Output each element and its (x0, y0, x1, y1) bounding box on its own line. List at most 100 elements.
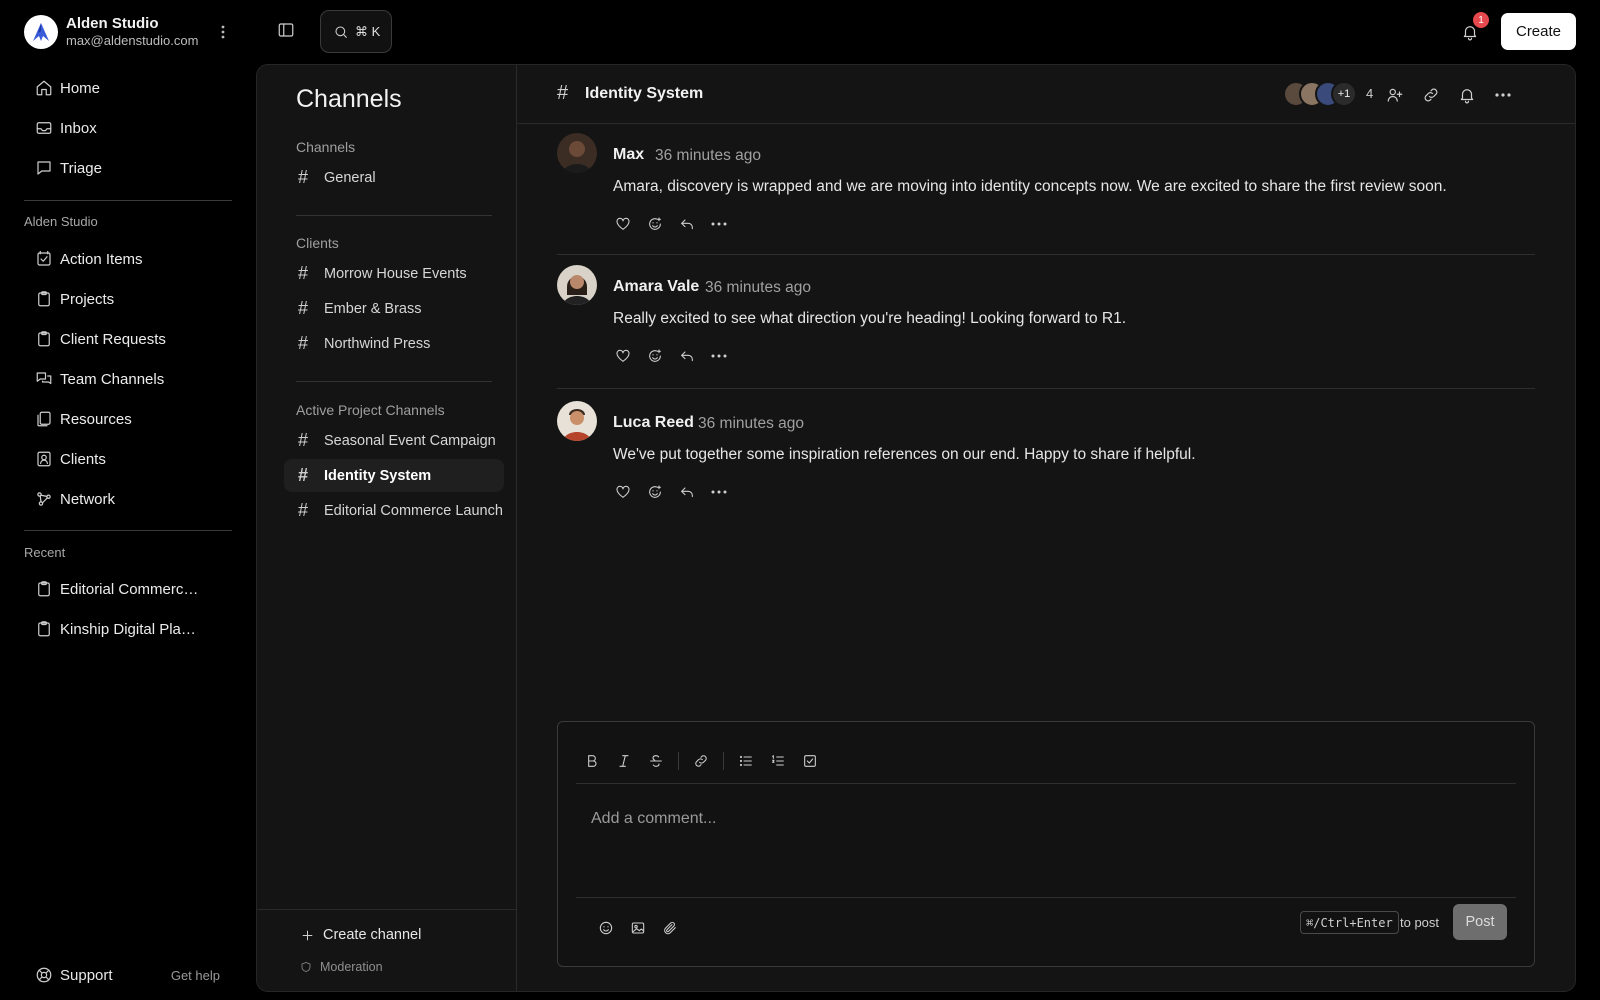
shortcut-suffix: to post (1400, 915, 1440, 930)
nav-item-network[interactable]: Network (24, 482, 232, 516)
channel-item-label: General (324, 169, 376, 186)
message-timestamp: 36 minutes ago (698, 415, 804, 432)
create-channel-button[interactable]: Create channel (300, 927, 421, 943)
recent-item-label: Kinship Digital Platform (60, 620, 200, 638)
documents-icon (37, 411, 51, 427)
copy-link-button[interactable] (1418, 82, 1444, 108)
channel-item-editorial-commerce-launch[interactable]: # Editorial Commerce Launch (284, 494, 504, 527)
workspace-name: Alden Studio (66, 15, 159, 32)
like-button[interactable] (615, 345, 647, 367)
channel-item-label: Editorial Commerce Launch (324, 502, 503, 519)
post-button[interactable]: Post (1453, 904, 1507, 940)
channel-notifications-button[interactable] (1454, 82, 1480, 108)
recent-item[interactable]: Editorial Commerce Launch (24, 572, 232, 606)
hash-icon: # (298, 263, 309, 283)
message-author[interactable]: Amara Vale (613, 278, 699, 296)
image-button[interactable] (622, 914, 654, 942)
hash-icon: # (298, 298, 309, 318)
add-reaction-button[interactable] (647, 481, 679, 503)
italic-button[interactable] (608, 747, 640, 775)
nav-item-home[interactable]: Home (24, 71, 232, 105)
search-button[interactable]: ⌘ K (320, 10, 392, 53)
message-actions (615, 213, 743, 235)
attachment-toolbar (590, 914, 686, 942)
link-icon (1424, 88, 1438, 102)
reply-button[interactable] (679, 213, 711, 235)
message-author[interactable]: Max (613, 146, 644, 164)
get-help-link[interactable]: Get help (171, 968, 220, 983)
heart-icon (616, 349, 630, 362)
nav-item-inbox[interactable]: Inbox (24, 111, 232, 145)
nav-item-projects[interactable]: Projects (24, 282, 232, 316)
add-member-button[interactable] (1382, 82, 1408, 108)
add-reaction-button[interactable] (647, 345, 679, 367)
divider (557, 254, 1535, 255)
hash-icon: # (557, 82, 569, 104)
lifebuoy-icon (36, 967, 52, 983)
message-more-button[interactable] (711, 481, 743, 503)
reply-button[interactable] (679, 345, 711, 367)
support-link[interactable]: Support Get help (24, 960, 232, 990)
divider (557, 388, 1535, 389)
recent-item[interactable]: Kinship Digital Platform (24, 612, 232, 646)
more-horizontal-icon (711, 490, 727, 494)
strikethrough-button[interactable] (640, 747, 672, 775)
nav-item-team-channels[interactable]: Team Channels (24, 362, 232, 396)
hash-icon: # (298, 500, 309, 520)
clipboard-icon (38, 621, 50, 637)
workspace-switcher[interactable]: Alden Studio max@aldenstudio.com (24, 12, 232, 52)
channel-item-label: Northwind Press (324, 335, 431, 352)
channel-item-northwind-press[interactable]: # Northwind Press (284, 327, 504, 360)
moderation-link[interactable]: Moderation (300, 960, 383, 974)
comment-input[interactable] (591, 804, 1491, 834)
chat-bubbles-icon (36, 372, 52, 385)
avatar (557, 265, 597, 305)
message-text: Really excited to see what direction you… (613, 310, 1127, 327)
add-reaction-button[interactable] (647, 213, 679, 235)
nav-item-label: Home (60, 79, 101, 97)
message-more-button[interactable] (711, 213, 743, 235)
nav-item-resources[interactable]: Resources (24, 402, 232, 436)
nav-item-clients[interactable]: Clients (24, 442, 232, 476)
member-avatars[interactable]: +1 (1283, 81, 1357, 107)
insert-link-button[interactable] (685, 747, 717, 775)
sidebar-toggle-button[interactable] (272, 16, 300, 44)
nav-section-title: Alden Studio (24, 214, 98, 229)
checklist-button[interactable] (794, 747, 826, 775)
support-label: Support (60, 966, 113, 984)
numbered-list-button[interactable] (762, 747, 794, 775)
message-author[interactable]: Luca Reed (613, 414, 694, 432)
like-button[interactable] (615, 213, 647, 235)
comment-composer: ⌘/Ctrl+Enter to post Post (557, 721, 1535, 967)
attach-file-button[interactable] (654, 914, 686, 942)
more-members-badge: +1 (1331, 81, 1357, 107)
message-more-button[interactable] (711, 345, 743, 367)
channel-more-button[interactable] (1490, 82, 1516, 108)
paperclip-icon (664, 921, 676, 935)
reply-button[interactable] (679, 481, 711, 503)
channel-header: # Identity System +1 4 (517, 65, 1575, 124)
channel-item-seasonal-event-campaign[interactable]: # Seasonal Event Campaign (284, 424, 504, 457)
reply-icon (681, 487, 693, 498)
emoji-add-icon (649, 217, 661, 230)
bold-button[interactable] (576, 747, 608, 775)
sidebar-panel-icon (278, 23, 294, 37)
kebab-menu-icon[interactable] (214, 18, 232, 46)
nav-item-action-items[interactable]: Action Items (24, 242, 232, 276)
channel-group-title: Channels (296, 139, 356, 155)
channel-item-morrow-house-events[interactable]: # Morrow House Events (284, 257, 504, 290)
nav-item-client-requests[interactable]: Client Requests (24, 322, 232, 356)
channel-item-ember-brass[interactable]: # Ember & Brass (284, 292, 504, 325)
nav-item-label: Resources (60, 410, 132, 428)
nav-item-triage[interactable]: Triage (24, 151, 232, 185)
emoji-button[interactable] (590, 914, 622, 942)
bullet-list-button[interactable] (730, 747, 762, 775)
like-button[interactable] (615, 481, 647, 503)
channel-item-identity-system[interactable]: # Identity System (284, 459, 504, 492)
bullet-list-icon (739, 755, 752, 767)
create-channel-label: Create channel (323, 927, 422, 943)
channel-item-general[interactable]: # General (284, 161, 504, 194)
create-button[interactable]: Create (1501, 13, 1576, 50)
nav-item-label: Projects (60, 290, 115, 308)
hash-icon: # (298, 333, 309, 353)
